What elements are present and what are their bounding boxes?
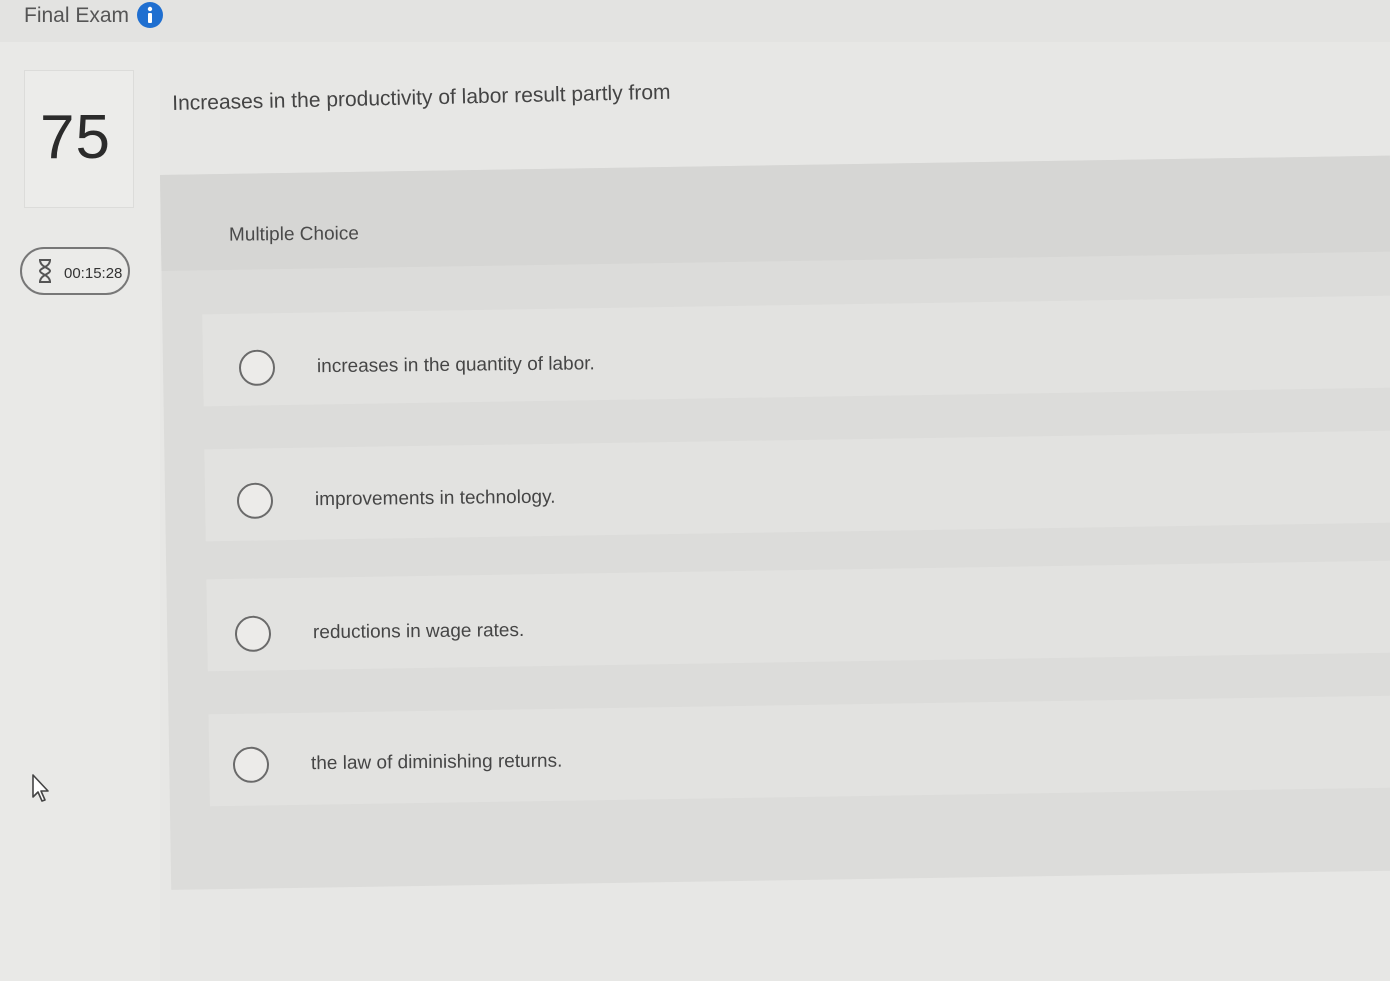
- info-icon[interactable]: [136, 1, 164, 29]
- answer-option-1[interactable]: increases in the quantity of labor.: [238, 342, 595, 390]
- answer-option-label: increases in the quantity of labor.: [316, 353, 595, 378]
- mouse-pointer-icon: [32, 774, 49, 802]
- hourglass-icon: [38, 259, 52, 283]
- question-prompt: Increases in the productivity of labor r…: [172, 80, 671, 115]
- question-number: 75: [40, 103, 111, 172]
- radio-button[interactable]: [236, 482, 274, 519]
- answer-option-2[interactable]: improvements in technology.: [236, 476, 556, 523]
- radio-button[interactable]: [232, 746, 270, 783]
- radio-button[interactable]: [234, 615, 272, 652]
- answer-option-label: the law of diminishing returns.: [310, 750, 563, 775]
- exam-title: Final Exam: [24, 4, 130, 27]
- radio-button[interactable]: [238, 349, 276, 386]
- question-type-label: Multiple Choice: [228, 223, 360, 246]
- top-bar: [0, 0, 1390, 42]
- multiple-choice-header: [160, 155, 1390, 271]
- answer-option-label: reductions in wage rates.: [312, 619, 525, 644]
- answer-option-label: improvements in technology.: [314, 486, 556, 511]
- answer-option-3[interactable]: reductions in wage rates.: [234, 609, 525, 656]
- answer-option-4[interactable]: the law of diminishing returns.: [232, 740, 563, 787]
- timer: 00:15:28: [20, 247, 130, 295]
- timer-text: 00:15:28: [64, 265, 123, 282]
